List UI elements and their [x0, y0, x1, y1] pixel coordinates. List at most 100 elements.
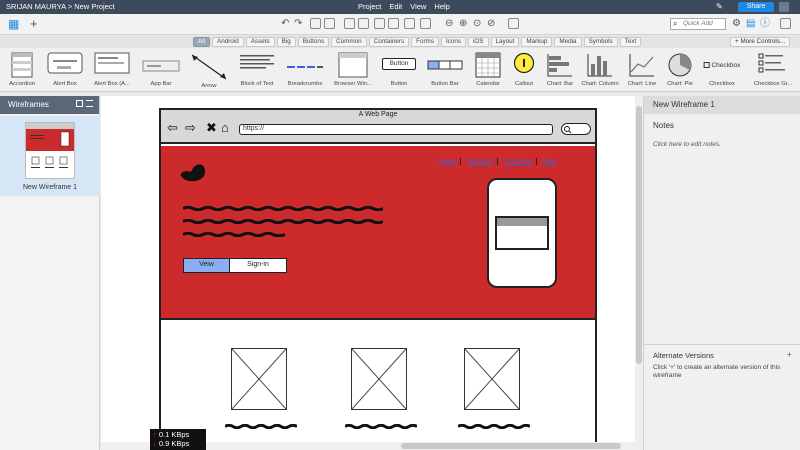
filter-media[interactable]: Media [554, 37, 582, 47]
info-icon[interactable]: ⓘ [760, 17, 770, 31]
back-icon: ⇦ [167, 120, 178, 135]
properties-icon[interactable]: ▤ [746, 17, 755, 31]
library-item-breadcrumbs[interactable]: Breadcrumbs [284, 50, 326, 90]
editor-canvas[interactable]: A Web Page ⇦ ⇨ ✖ ⌂ https:// Home Product… [101, 96, 635, 442]
library-item-alert-box[interactable]: Alert Box [45, 50, 85, 90]
share-button[interactable]: Share [738, 2, 774, 12]
lock-icon[interactable] [404, 18, 415, 29]
library-item-button-bar[interactable]: Button Bar [424, 50, 466, 90]
placeholder-text-line [225, 424, 297, 429]
browser-window-icon [338, 52, 368, 78]
more-controls-button[interactable]: + More Controls... [730, 37, 791, 47]
filter-all[interactable]: All [193, 37, 210, 47]
library-item-alert-box-a[interactable]: Alert Box (A... [92, 50, 132, 90]
forward-icon: ⇨ [185, 120, 196, 135]
download-speed: ↓ 0.9 KBps [153, 439, 206, 448]
thumbnail-view-icon[interactable] [76, 100, 83, 107]
filter-assets[interactable]: Assets [245, 37, 275, 47]
copy-icon[interactable] [310, 18, 321, 29]
filter-forms[interactable]: Forms [411, 37, 439, 47]
menu-edit[interactable]: Edit [389, 2, 402, 11]
filter-layout[interactable]: Layout [490, 37, 520, 47]
group-icon[interactable] [344, 18, 355, 29]
trash-icon[interactable] [508, 18, 519, 29]
menu-view[interactable]: View [410, 2, 426, 11]
library-item-chart-line[interactable]: Chart: Line [622, 50, 662, 90]
settings-icon[interactable]: ⚙ [732, 17, 741, 31]
quick-add-input[interactable]: ⌕ Quick Add [670, 18, 726, 30]
library-item-checkbox[interactable]: Checkbox Checkbox [700, 50, 744, 90]
library-item-block-of-text[interactable]: Block of Text [236, 50, 278, 90]
list-view-icon[interactable] [86, 100, 93, 107]
menu-project[interactable]: Project [358, 2, 381, 11]
main-menu: Project Edit View Help [358, 2, 450, 11]
checkbox-icon [703, 62, 710, 69]
mockup-url-bar: https:// [239, 124, 553, 135]
library-item-chart-column[interactable]: Chart: Column [578, 50, 622, 90]
redo-icon[interactable]: ↷ [294, 17, 302, 31]
mockup-signin-button: Sign-in [230, 259, 286, 272]
present-icon[interactable] [780, 18, 791, 29]
calendar-icon [475, 52, 501, 78]
zoom-fit-icon[interactable]: ⊙ [473, 17, 481, 31]
filter-common[interactable]: Common [331, 37, 367, 47]
download-speed-value: 0.9 KBps [158, 439, 190, 448]
delete-icon[interactable] [420, 18, 431, 29]
canvas-vertical-scrollbar[interactable] [635, 96, 643, 450]
library-item-arrow[interactable]: Arrow [188, 50, 230, 90]
grid-view-icon[interactable]: ▦ [8, 17, 19, 31]
library-item-app-bar[interactable]: App Bar [139, 50, 183, 90]
library-item-accordion[interactable]: Accordion [2, 50, 42, 90]
mockup-image-placeholder [231, 348, 287, 410]
zoom-actual-icon[interactable]: ⊘ [487, 17, 495, 31]
library-item-calendar[interactable]: Calendar [468, 50, 508, 90]
horizontal-scroll-thumb[interactable] [401, 443, 621, 449]
filter-android[interactable]: Android [212, 37, 244, 47]
filter-text[interactable]: Text [619, 37, 642, 47]
mockup-view-button: Veiw [184, 259, 230, 272]
undo-icon[interactable]: ↶ [281, 17, 289, 31]
filter-ios[interactable]: iOS [468, 37, 489, 47]
library-item-browser-window[interactable]: Browser Win... [332, 50, 374, 90]
library-item-checkbox-group[interactable]: Checkbox Gr... [748, 50, 798, 90]
send-back-icon[interactable] [388, 18, 399, 29]
arrow-icon [191, 54, 227, 80]
filter-icons[interactable]: Icons [440, 37, 466, 47]
wireframes-panel: Wireframes New Wireframe 1 [0, 96, 100, 450]
mockup-nav-links: Home Products Company Blog [439, 158, 560, 165]
mockup-phone-status-bar [497, 218, 547, 226]
library-item-button[interactable]: Button Button [378, 50, 420, 90]
zoom-out-icon[interactable]: ⊖ [445, 17, 453, 31]
bring-front-icon[interactable] [374, 18, 385, 29]
filter-symbols[interactable]: Symbols [583, 37, 618, 47]
logo-icon [180, 164, 206, 182]
menu-help[interactable]: Help [434, 2, 449, 11]
filter-buttons[interactable]: Buttons [297, 37, 330, 47]
wireframe-thumbnail[interactable] [25, 122, 75, 179]
library-item-callout[interactable]: Callout [504, 50, 544, 90]
vertical-scroll-thumb[interactable] [636, 106, 642, 364]
add-alternate-version-button[interactable]: + [787, 350, 792, 359]
library-item-chart-bar[interactable]: Chart: Bar [540, 50, 580, 90]
zoom-in-icon[interactable]: ⊕ [459, 17, 467, 31]
button-bar-icon [427, 60, 463, 70]
library-label: Chart: Pie [667, 81, 693, 87]
notes-edit-hint[interactable]: Click here to edit notes. [653, 141, 721, 148]
filter-containers[interactable]: Containers [368, 37, 410, 47]
breadcrumb[interactable]: SRIJAN MAURYA > New Project [6, 2, 115, 11]
library-label: Callout [514, 81, 534, 87]
paste-icon[interactable] [324, 18, 335, 29]
more-controls-label: More Controls... [740, 38, 786, 45]
library-item-chart-pie[interactable]: Chart: Pie [660, 50, 700, 90]
properties-wireframe-name[interactable]: New Wireframe 1 [644, 96, 800, 114]
mockup-browser-window[interactable]: A Web Page ⇦ ⇨ ✖ ⌂ https:// Home Product… [159, 108, 597, 442]
pen-icon[interactable]: ✎ [716, 2, 723, 11]
upload-speed: ↑ 0.1 KBps [153, 430, 206, 439]
filter-big[interactable]: Big [276, 37, 296, 47]
ungroup-icon[interactable] [358, 18, 369, 29]
user-avatar[interactable] [779, 2, 789, 12]
filter-markup[interactable]: Markup [521, 37, 553, 47]
mockup-link-company: Company [504, 158, 537, 165]
search-icon [564, 126, 572, 134]
add-icon[interactable]: + [30, 17, 38, 31]
